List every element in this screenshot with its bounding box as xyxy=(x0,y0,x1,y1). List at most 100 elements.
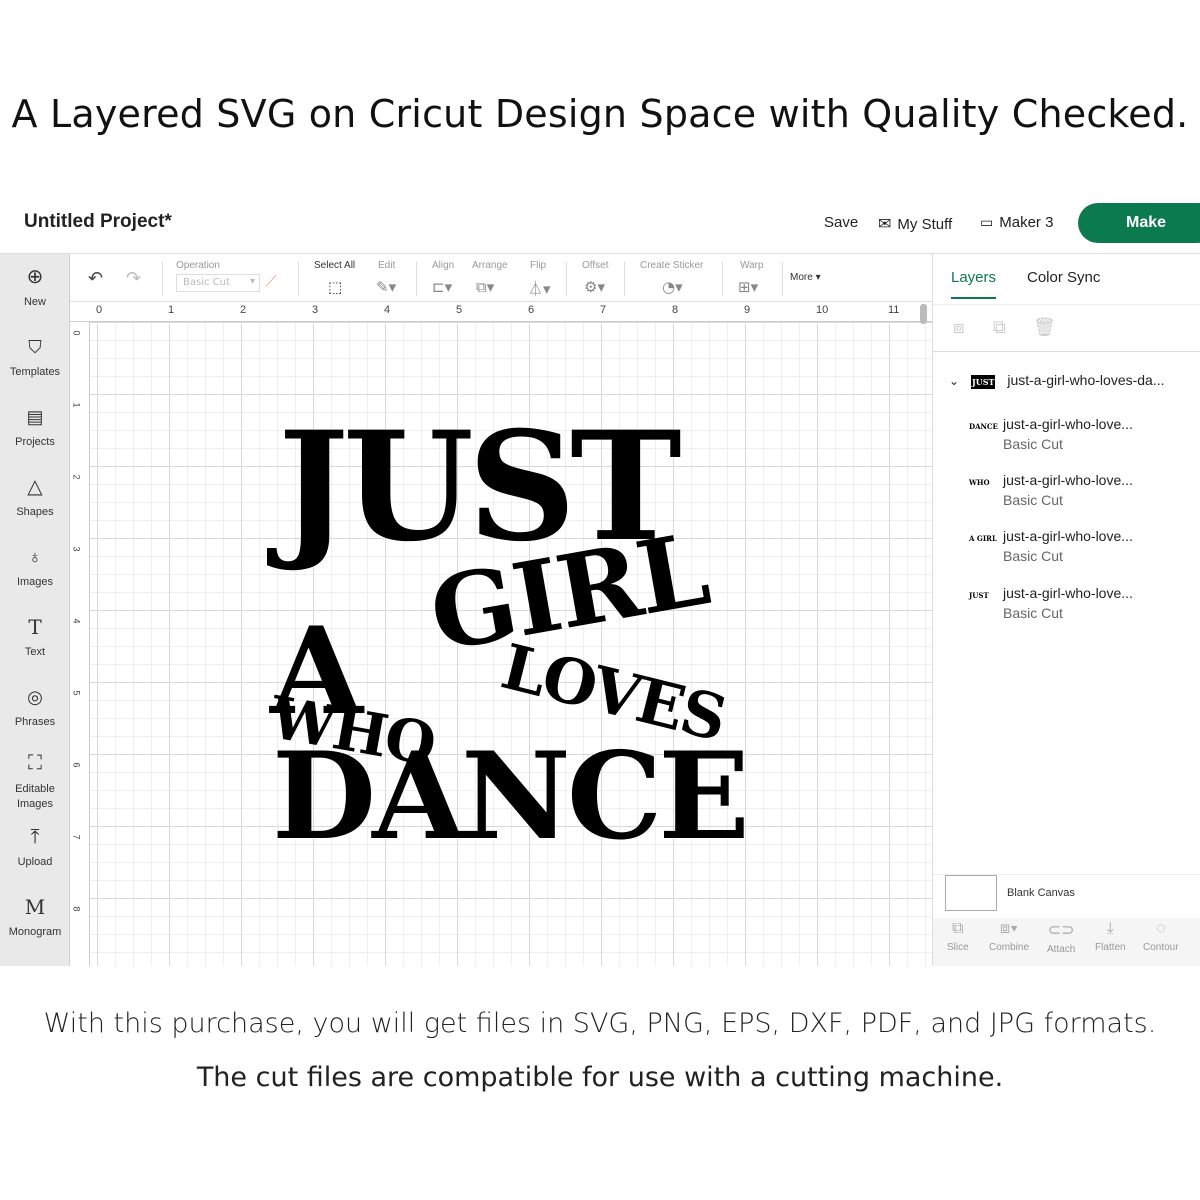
monogram-button[interactable]: M Monogram xyxy=(0,894,70,938)
text-button[interactable]: T Text xyxy=(0,614,70,658)
group-icon[interactable]: ⧈ xyxy=(953,317,964,338)
tab-color-sync[interactable]: Color Sync xyxy=(1027,269,1100,286)
ruler-top-label: 0 xyxy=(96,304,103,316)
layer-name: just-a-girl-who-love... xyxy=(1003,528,1133,544)
layer-group-row[interactable]: ⌄ JUST just-a-girl-who-loves-da... xyxy=(949,372,1165,389)
sticker-icon[interactable]: ◔▾ xyxy=(662,278,683,296)
monogram-icon: M xyxy=(24,895,46,919)
layer-name: just-a-girl-who-love... xyxy=(1003,416,1133,432)
save-button[interactable]: Save xyxy=(824,214,858,231)
layer-thumbnail: DANCE xyxy=(969,422,998,431)
my-stuff-button[interactable]: ✉ My Stuff xyxy=(878,214,952,234)
editable-images-label: Editable Images xyxy=(15,783,55,810)
slice-icon: ⧉ xyxy=(952,920,964,937)
ruler-left-label: 1 xyxy=(71,402,82,408)
attach-button[interactable]: ⊂⊃ Attach xyxy=(1047,920,1075,955)
ruler-top-label: 8 xyxy=(672,304,679,316)
layer-item[interactable]: WHO just-a-girl-who-love... Basic Cut xyxy=(969,472,1193,508)
divider xyxy=(566,262,567,296)
pencil-icon[interactable]: ✎▾ xyxy=(376,278,396,296)
shapes-button[interactable]: △ Shapes xyxy=(0,474,70,518)
canvas-scrollbar[interactable] xyxy=(920,304,927,324)
offset-icon[interactable]: ⚙▾ xyxy=(584,278,605,296)
warp-label: Warp xyxy=(740,260,764,271)
layer-item[interactable]: A GIRL just-a-girl-who-love... Basic Cut xyxy=(969,528,1193,564)
cricut-design-space-window: Untitled Project* Save ✉ My Stuff ▭ Make… xyxy=(0,196,1200,966)
color-swatch-icon[interactable]: ⟋ xyxy=(266,272,277,290)
artwork-word-dance[interactable]: DANCE xyxy=(272,737,750,857)
images-button[interactable]: ♁ Images xyxy=(0,544,70,588)
save-label: Save xyxy=(824,214,859,231)
phrases-button[interactable]: ◎ Phrases xyxy=(0,684,70,728)
ruler-top-label: 7 xyxy=(600,304,607,316)
make-button[interactable]: Make xyxy=(1078,203,1200,243)
ruler-left-label: 6 xyxy=(71,762,82,768)
divider xyxy=(722,262,723,296)
layer-tools: ⧈ ⧉ 🗑 xyxy=(933,304,1200,352)
operation-select[interactable]: Basic Cut ▾ xyxy=(176,274,260,292)
ruler-left-label: 2 xyxy=(71,474,82,480)
undo-icon[interactable]: ↶ xyxy=(88,268,103,289)
combine-label: Combine xyxy=(989,942,1030,953)
templates-button[interactable]: ⛉ Templates xyxy=(0,334,70,378)
ruler-top-label: 9 xyxy=(744,304,751,316)
projects-button[interactable]: ▤ Projects xyxy=(0,404,70,448)
machine-selector[interactable]: ▭ Maker 3 xyxy=(980,214,1053,231)
monogram-label: Monogram xyxy=(8,926,62,938)
ruler-top-label: 10 xyxy=(816,304,829,316)
ruler-top-label: 4 xyxy=(384,304,391,316)
layer-operation: Basic Cut xyxy=(1003,605,1063,621)
select-all-label: Select All xyxy=(314,260,356,271)
ruler-top-label: 6 xyxy=(528,304,535,316)
more-button[interactable]: More ▾ xyxy=(790,272,821,283)
upload-button[interactable]: ⤒ Upload xyxy=(0,824,70,868)
duplicate-icon[interactable]: ⧉ xyxy=(993,317,1006,338)
ruler-left: 0 1 2 3 4 5 6 7 8 xyxy=(70,322,90,966)
blank-canvas-label: Blank Canvas xyxy=(1007,887,1075,899)
layer-item[interactable]: DANCE just-a-girl-who-love... Basic Cut xyxy=(969,416,1193,452)
align-icon[interactable]: ⊏▾ xyxy=(432,278,452,296)
slice-button[interactable]: ⧉ Slice xyxy=(947,920,969,953)
images-label: Images xyxy=(16,576,54,588)
flatten-icon: ⤓ xyxy=(1106,920,1114,937)
divider xyxy=(162,262,163,296)
arrange-icon[interactable]: ⧉▾ xyxy=(476,278,494,296)
flatten-button[interactable]: ⤓ Flatten xyxy=(1095,920,1126,953)
flip-icon[interactable]: ⏃▾ xyxy=(528,278,551,299)
new-label: New xyxy=(23,296,46,308)
contour-label: Contour xyxy=(1143,942,1179,953)
upload-label: Upload xyxy=(17,856,53,868)
phrases-label: Phrases xyxy=(14,716,56,728)
shapes-icon: △ xyxy=(27,476,43,498)
contour-button[interactable]: ◌ Contour xyxy=(1143,920,1179,953)
layer-item[interactable]: JUST just-a-girl-who-love... Basic Cut xyxy=(969,585,1193,621)
blank-canvas-swatch[interactable] xyxy=(945,875,997,911)
blank-canvas-row[interactable]: Blank Canvas xyxy=(933,874,1200,918)
new-button[interactable]: ⊕ New xyxy=(0,264,70,308)
group-name: just-a-girl-who-loves-da... xyxy=(1007,372,1165,388)
layer-thumbnail: JUST xyxy=(969,591,989,600)
flatten-label: Flatten xyxy=(1095,942,1126,953)
text-label: Text xyxy=(24,646,46,658)
design-canvas[interactable]: 0 1 2 3 4 5 6 7 8 9 10 11 0 1 2 3 4 5 6 … xyxy=(70,302,932,966)
plus-circle-icon: ⊕ xyxy=(26,266,44,288)
editable-images-button[interactable]: ⛶ Editable Images xyxy=(0,750,70,812)
select-all-icon[interactable]: ⬚ xyxy=(328,278,342,296)
create-sticker-label: Create Sticker xyxy=(640,260,704,271)
layers-panel: Layers Color Sync ⧈ ⧉ 🗑 ⌄ JUST just-a-gi… xyxy=(932,254,1200,966)
ruler-left-label: 8 xyxy=(71,906,82,912)
inbox-icon: ✉ xyxy=(878,216,892,233)
delete-icon[interactable]: 🗑 xyxy=(1033,317,1056,338)
chevron-down-icon: ▾ xyxy=(249,276,255,287)
combine-button[interactable]: ⧈▾ Combine xyxy=(989,920,1029,953)
tab-layers[interactable]: Layers xyxy=(951,269,997,299)
my-stuff-label: My Stuff xyxy=(897,215,953,233)
artwork-group[interactable]: JUST A GIRL WHO LOVES DANCE xyxy=(265,412,749,862)
ruler-left-label: 3 xyxy=(71,546,82,552)
redo-icon[interactable]: ↷ xyxy=(126,268,141,289)
projects-label: Projects xyxy=(15,436,55,448)
warp-icon[interactable]: ⊞▾ xyxy=(738,278,758,296)
arrange-label: Arrange xyxy=(472,260,508,271)
attach-label: Attach xyxy=(1047,944,1076,955)
headline: A Layered SVG on Cricut Design Space wit… xyxy=(11,92,1189,136)
